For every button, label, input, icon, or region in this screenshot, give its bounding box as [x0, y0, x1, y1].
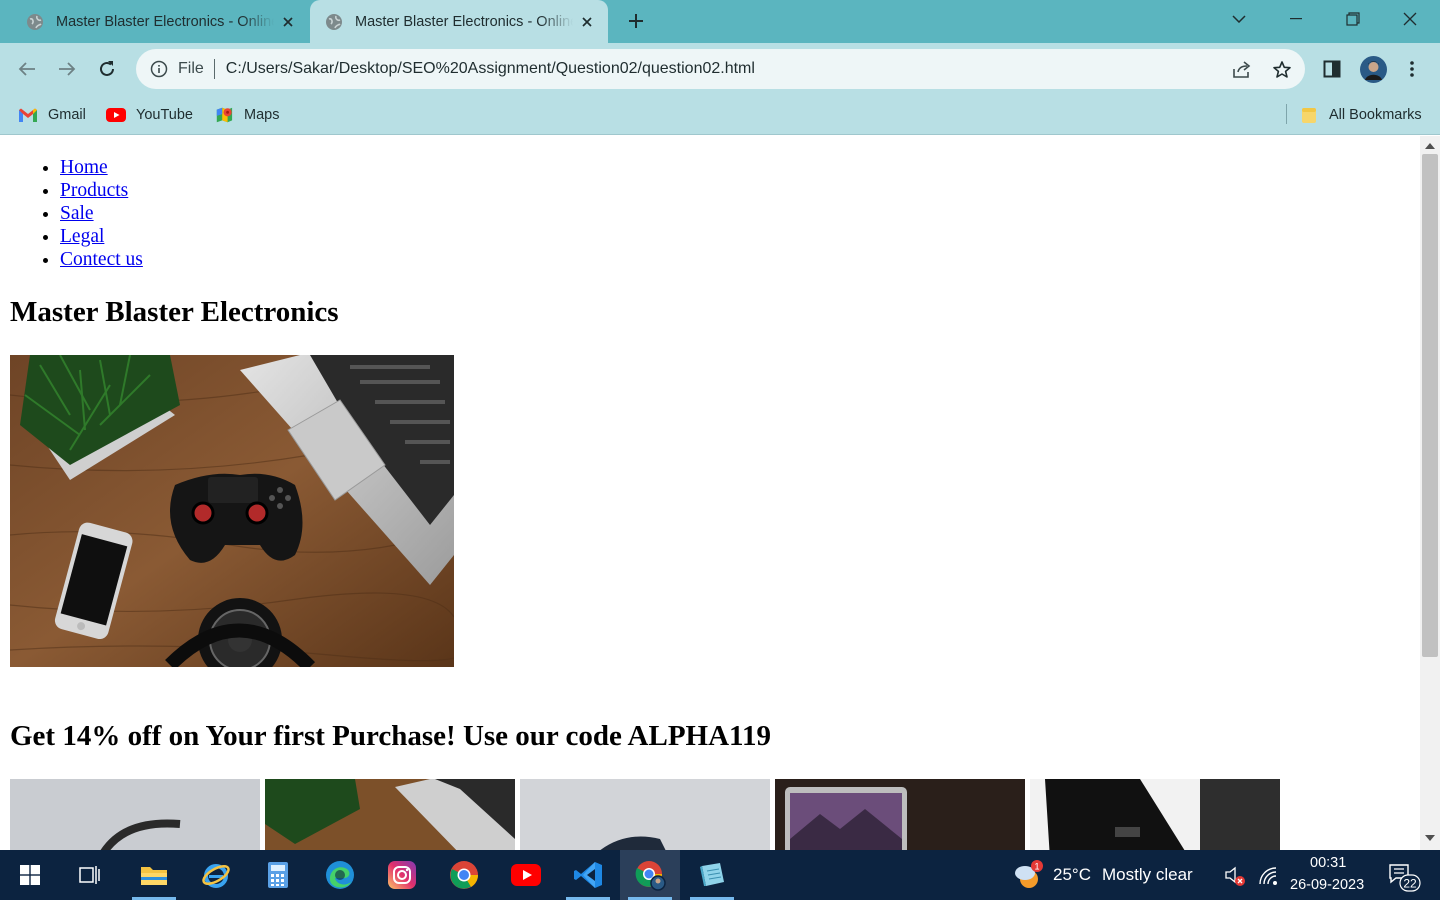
- volume-muted-icon[interactable]: [1224, 865, 1248, 892]
- notification-center-icon[interactable]: 22: [1388, 862, 1422, 892]
- bookmark-gmail[interactable]: Gmail: [18, 103, 86, 127]
- desk-electronics-image: [265, 779, 515, 850]
- tab-1-close-icon[interactable]: [280, 14, 296, 30]
- thumbnail-cap[interactable]: [520, 779, 770, 850]
- headphones-image: [10, 779, 260, 850]
- scroll-up-arrow-icon[interactable]: [1425, 142, 1435, 150]
- cap-image: [520, 779, 770, 850]
- task-view-icon[interactable]: [60, 850, 120, 900]
- divider: [213, 59, 215, 79]
- forward-arrow-icon[interactable]: [53, 55, 81, 83]
- tab-search-chevron-down-icon[interactable]: [1211, 0, 1267, 38]
- nav-link-home[interactable]: Home: [60, 157, 108, 178]
- thumbnail-headphones[interactable]: [10, 779, 260, 850]
- all-bookmarks-label: All Bookmarks: [1329, 107, 1422, 123]
- all-bookmarks-folder[interactable]: All Bookmarks: [1299, 103, 1422, 127]
- share-icon[interactable]: [1231, 59, 1253, 81]
- vscode-icon[interactable]: [558, 850, 618, 900]
- tab-1[interactable]: Master Blaster Electronics - Online: [26, 0, 306, 43]
- bookmark-gmail-label: Gmail: [48, 107, 86, 123]
- browser-toolbar: File C:/Users/Sakar/Desktop/SEO%20Assign…: [0, 43, 1440, 95]
- site-nav: Home Products Sale Legal Contect us: [60, 156, 143, 271]
- scroll-thumb[interactable]: [1422, 154, 1438, 657]
- file-scheme-label: File: [178, 60, 204, 77]
- nav-item-sale: Sale: [60, 202, 143, 225]
- nav-link-legal[interactable]: Legal: [60, 226, 104, 247]
- tab-2-close-icon[interactable]: [579, 14, 595, 30]
- nav-link-products[interactable]: Products: [60, 180, 128, 201]
- divider: [1286, 104, 1287, 124]
- laptop-image: [775, 779, 1025, 850]
- notepad-icon[interactable]: [682, 850, 742, 900]
- scroll-down-arrow-icon[interactable]: [1425, 834, 1435, 842]
- thumbnail-monitor[interactable]: [1030, 779, 1280, 850]
- nav-item-legal: Legal: [60, 225, 143, 248]
- weather-temp[interactable]: 25°C: [1053, 865, 1091, 885]
- weather-badge: 1: [1034, 862, 1039, 872]
- windows-taskbar: 1 25°C Mostly clear 00:31 26-09-2023 22: [0, 850, 1440, 900]
- bookmark-youtube[interactable]: YouTube: [106, 103, 193, 127]
- folder-icon: [1302, 108, 1316, 123]
- chrome-icon[interactable]: [434, 850, 494, 900]
- edge-icon[interactable]: [310, 850, 370, 900]
- restore-icon[interactable]: [1325, 0, 1381, 38]
- youtube-icon: [106, 108, 126, 122]
- wifi-icon[interactable]: [1258, 866, 1280, 891]
- chrome-profile-icon[interactable]: [620, 850, 680, 900]
- youtube-icon[interactable]: [496, 850, 556, 900]
- tab-2-active[interactable]: Master Blaster Electronics - Online: [310, 0, 608, 43]
- maps-icon: [216, 107, 233, 123]
- gmail-icon: [19, 108, 37, 122]
- clock-date[interactable]: 26-09-2023: [1290, 877, 1364, 893]
- thumbnail-desk[interactable]: [265, 779, 515, 850]
- side-panel-icon[interactable]: [1318, 55, 1346, 83]
- reload-icon[interactable]: [93, 55, 121, 83]
- minimize-icon[interactable]: [1268, 0, 1324, 38]
- start-icon[interactable]: [0, 850, 60, 900]
- calculator-icon[interactable]: [248, 850, 308, 900]
- clock-time[interactable]: 00:31: [1310, 855, 1346, 871]
- tab-2-title: Master Blaster Electronics - Online: [355, 13, 573, 30]
- thumbnail-laptop[interactable]: [775, 779, 1025, 850]
- internet-explorer-icon[interactable]: [186, 850, 246, 900]
- nav-link-sale[interactable]: Sale: [60, 203, 94, 224]
- profile-avatar-icon[interactable]: [1359, 55, 1387, 83]
- nav-item-home: Home: [60, 156, 143, 179]
- bookmark-star-icon[interactable]: [1271, 59, 1293, 81]
- bookmark-youtube-label: YouTube: [136, 107, 193, 123]
- monitor-image: [1030, 779, 1280, 850]
- tab-strip: Master Blaster Electronics - Online Mast…: [0, 0, 1440, 43]
- more-menu-icon[interactable]: [1398, 55, 1426, 83]
- nav-item-products: Products: [60, 179, 143, 202]
- page-viewport: Home Products Sale Legal Contect us Mast…: [0, 136, 1420, 850]
- weather-desc[interactable]: Mostly clear: [1102, 865, 1193, 885]
- back-arrow-icon[interactable]: [13, 55, 41, 83]
- weather-icon[interactable]: 1: [1012, 859, 1046, 891]
- instagram-icon[interactable]: [372, 850, 432, 900]
- notification-count: 22: [1403, 877, 1417, 891]
- url-text[interactable]: C:/Users/Sakar/Desktop/SEO%20Assignment/…: [226, 60, 755, 78]
- globe-icon: [326, 13, 342, 30]
- promo-heading: Get 14% off on Your first Purchase! Use …: [10, 720, 771, 752]
- nav-item-contact: Contect us: [60, 248, 143, 271]
- tab-1-title: Master Blaster Electronics - Online: [56, 13, 274, 30]
- site-info-icon[interactable]: [150, 60, 168, 78]
- bookmarks-bar: Gmail YouTube Maps All Bookmarks: [0, 95, 1440, 135]
- bookmark-maps-label: Maps: [244, 107, 280, 123]
- address-bar[interactable]: File C:/Users/Sakar/Desktop/SEO%20Assign…: [136, 49, 1305, 89]
- page-scrollbar[interactable]: [1420, 136, 1440, 850]
- globe-icon: [27, 13, 43, 30]
- new-tab-plus-icon[interactable]: [624, 9, 648, 33]
- bookmark-maps[interactable]: Maps: [214, 103, 279, 127]
- hero-image: [10, 355, 454, 667]
- close-window-icon[interactable]: [1382, 0, 1438, 38]
- file-explorer-icon[interactable]: [124, 850, 184, 900]
- site-title: Master Blaster Electronics: [10, 296, 339, 328]
- nav-link-contact[interactable]: Contect us: [60, 249, 143, 270]
